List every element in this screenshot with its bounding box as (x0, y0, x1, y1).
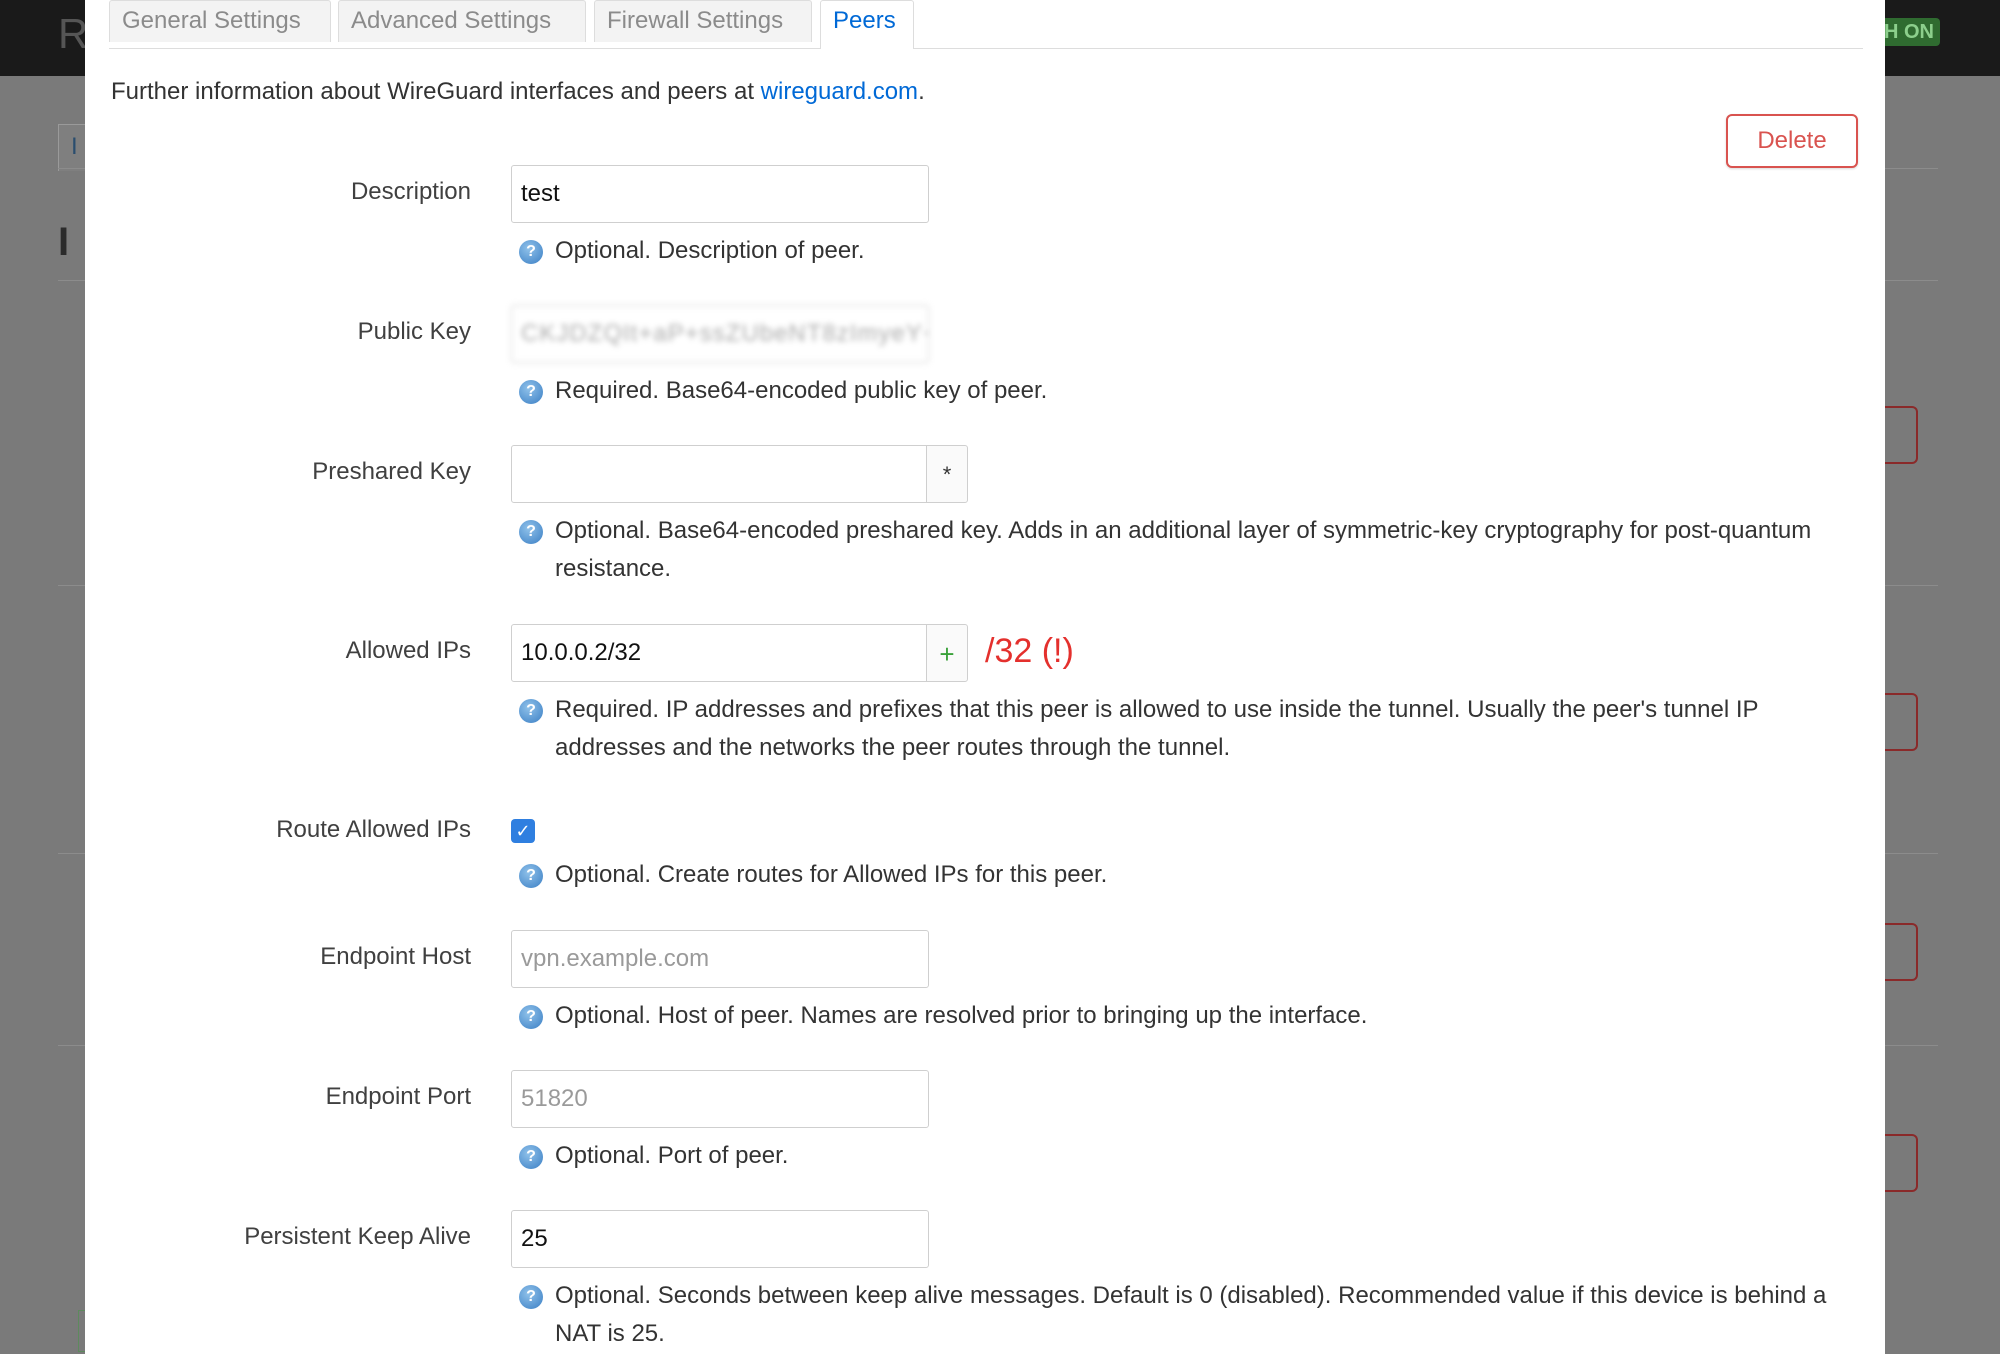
endpoint-port-help: ? Optional. Port of peer. (519, 1137, 1829, 1175)
preshared-key-field[interactable] (511, 445, 927, 503)
description-field[interactable] (511, 165, 929, 223)
reveal-password-button[interactable]: * (926, 445, 968, 503)
endpoint-host-help: ? Optional. Host of peer. Names are reso… (519, 997, 1829, 1035)
public-key-label: Public Key (357, 318, 471, 345)
background-brand: R (58, 10, 89, 57)
route-allowed-ips-help: ? Optional. Create routes for Allowed IP… (519, 856, 1829, 894)
help-icon: ? (519, 380, 543, 404)
tab-advanced-settings[interactable]: Advanced Settings (338, 0, 586, 42)
help-icon: ? (519, 1285, 543, 1309)
help-icon: ? (519, 1005, 543, 1029)
wireguard-link[interactable]: wireguard.com (761, 78, 918, 105)
help-icon: ? (519, 864, 543, 888)
endpoint-host-field[interactable] (511, 930, 929, 988)
tab-general-settings[interactable]: General Settings (109, 0, 331, 42)
preshared-key-help: ? Optional. Base64-encoded preshared key… (519, 512, 1829, 588)
preshared-key-label: Preshared Key (312, 458, 471, 485)
add-allowed-ip-button[interactable]: + (926, 624, 968, 682)
tab-peers[interactable]: Peers (820, 0, 914, 49)
peer-edit-modal: General Settings Advanced Settings Firew… (85, 0, 1885, 1354)
help-icon: ? (519, 1145, 543, 1169)
keepalive-label: Persistent Keep Alive (244, 1223, 471, 1250)
delete-button[interactable]: Delete (1726, 114, 1858, 168)
help-icon: ? (519, 240, 543, 264)
endpoint-port-field[interactable] (511, 1070, 929, 1128)
description-help: ? Optional. Description of peer. (519, 232, 1829, 270)
allowed-ips-field[interactable] (511, 624, 927, 682)
help-icon: ? (519, 520, 543, 544)
route-allowed-ips-checkbox[interactable]: ✓ (511, 819, 535, 843)
keepalive-field[interactable] (511, 1210, 929, 1268)
allowed-ips-label: Allowed IPs (345, 637, 471, 664)
endpoint-port-label: Endpoint Port (325, 1083, 471, 1110)
route-allowed-ips-label: Route Allowed IPs (276, 816, 471, 843)
modal-tabs: General Settings Advanced Settings Firew… (109, 0, 1863, 49)
endpoint-host-label: Endpoint Host (320, 943, 471, 970)
info-text: Further information about WireGuard inte… (111, 78, 925, 105)
description-label: Description (350, 178, 471, 205)
help-icon: ? (519, 699, 543, 723)
background-heading: I (58, 220, 70, 264)
public-key-field[interactable]: CKJDZQIt+aP+ssZUbeNT8zImyeY+z (511, 305, 929, 363)
public-key-help: ? Required. Base64-encoded public key of… (519, 372, 1829, 410)
validation-error: /32 (!) (985, 632, 1074, 670)
allowed-ips-help: ? Required. IP addresses and prefixes th… (519, 691, 1829, 767)
tab-firewall-settings[interactable]: Firewall Settings (594, 0, 812, 42)
